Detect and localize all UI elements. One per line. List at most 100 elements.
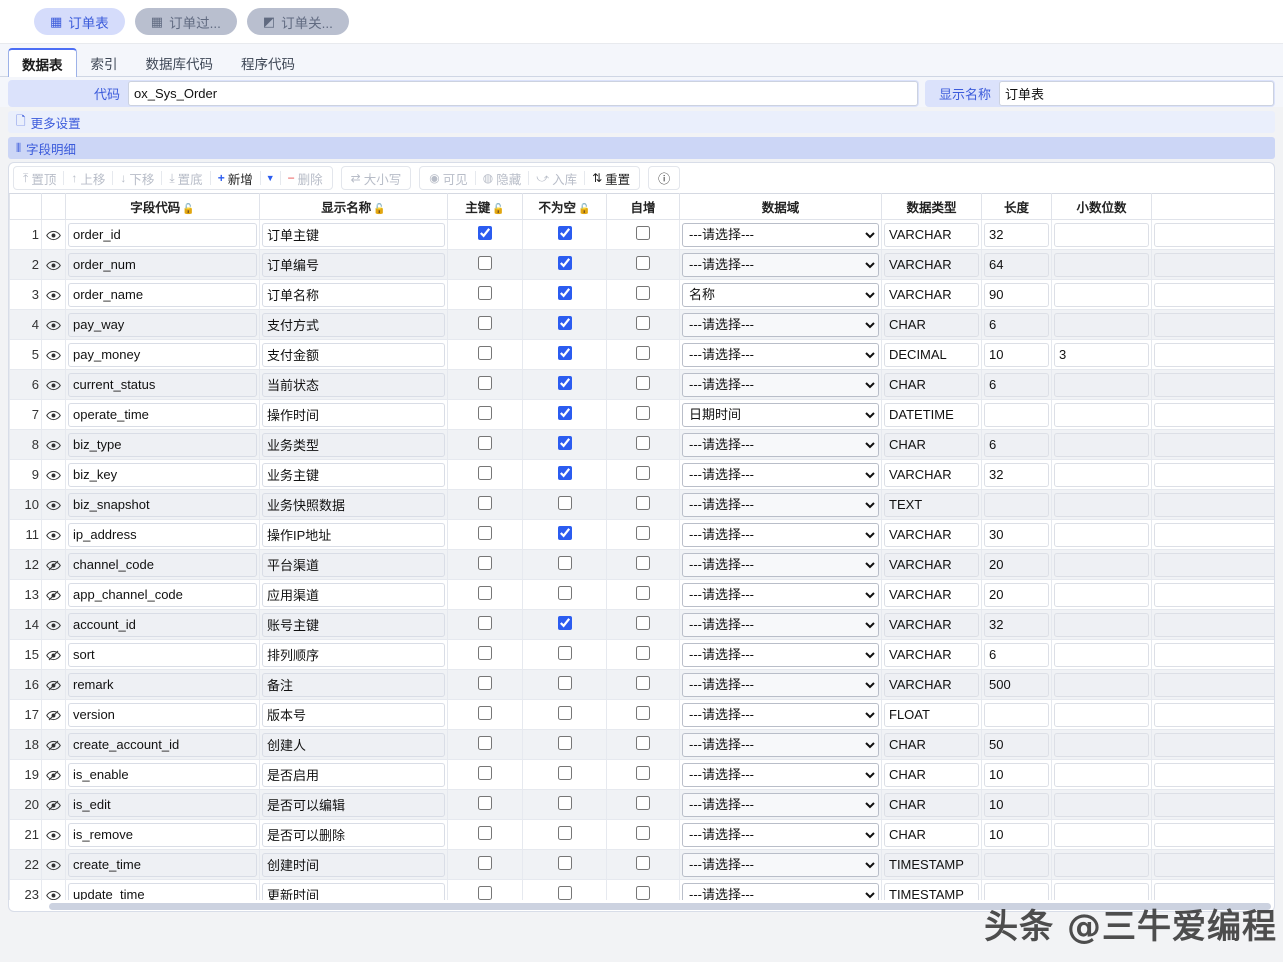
data-domain-select[interactable]: ---请选择--- [682, 672, 879, 697]
decimals-input[interactable] [1054, 222, 1149, 247]
table-row[interactable]: 5 ---请选择--- [9, 339, 1274, 370]
length-input[interactable] [984, 372, 1049, 397]
top-tab-order-relation[interactable]: ◩ 订单关... [246, 8, 349, 35]
not-null-checkbox[interactable] [557, 616, 572, 630]
field-code-input[interactable] [68, 762, 257, 787]
display-name-input[interactable] [262, 642, 445, 667]
eye-icon[interactable] [41, 339, 66, 370]
not-null-checkbox[interactable] [557, 316, 572, 330]
data-type-input[interactable] [884, 552, 979, 577]
auto-increment-checkbox[interactable] [636, 616, 650, 630]
length-input[interactable] [984, 552, 1049, 577]
display-name-input[interactable] [262, 732, 445, 757]
display-name-input[interactable] [262, 402, 445, 427]
extra-input[interactable] [1154, 282, 1274, 307]
extra-input[interactable] [1154, 852, 1274, 877]
table-row[interactable]: 15 ---请选择--- [9, 639, 1274, 670]
length-input[interactable] [984, 762, 1049, 787]
primary-key-checkbox[interactable] [478, 886, 492, 900]
extra-input[interactable] [1154, 342, 1274, 367]
move-to-bottom-button[interactable]: ⤓ 置底 [162, 167, 209, 189]
decimals-input[interactable] [1054, 762, 1149, 787]
import-button[interactable]: ⤻ 入库 [529, 167, 584, 189]
field-code-input[interactable] [68, 492, 257, 517]
field-code-input[interactable] [68, 402, 257, 427]
primary-key-checkbox[interactable] [478, 316, 492, 330]
auto-increment-checkbox[interactable] [636, 436, 650, 450]
field-code-input[interactable] [68, 462, 257, 487]
field-grid-scroll[interactable]: 字段代码 🔓 显示名称 🔓 主键 🔓 不为空 🔓 自增 数据域 数据类型 长度 小数位数… [9, 193, 1274, 900]
data-domain-select[interactable]: ---请选择--- [682, 732, 879, 757]
primary-key-checkbox[interactable] [478, 346, 492, 360]
data-domain-select[interactable]: ---请选择--- [682, 582, 879, 607]
field-code-input[interactable] [68, 612, 257, 637]
swap-case-button[interactable]: ⇄ 大小写 [344, 167, 409, 189]
decimals-input[interactable] [1054, 492, 1149, 517]
header-data-domain[interactable]: 数据域 [679, 193, 882, 220]
scrollbar-thumb[interactable] [49, 903, 1271, 910]
field-code-input[interactable] [68, 582, 257, 607]
data-type-input[interactable] [884, 222, 979, 247]
extra-input[interactable] [1154, 222, 1274, 247]
eye-icon[interactable] [41, 219, 66, 250]
not-null-checkbox[interactable] [557, 586, 572, 600]
extra-input[interactable] [1154, 402, 1274, 427]
extra-input[interactable] [1154, 882, 1274, 900]
eye-icon[interactable] [41, 819, 66, 850]
length-input[interactable] [984, 312, 1049, 337]
length-input[interactable] [984, 822, 1049, 847]
length-input[interactable] [984, 642, 1049, 667]
length-input[interactable] [984, 522, 1049, 547]
decimals-input[interactable] [1054, 732, 1149, 757]
table-row[interactable]: 12 ---请选择--- [9, 549, 1274, 580]
decimals-input[interactable] [1054, 432, 1149, 457]
primary-key-checkbox[interactable] [478, 616, 492, 630]
display-name-input[interactable] [262, 762, 445, 787]
eye-icon[interactable] [41, 429, 66, 460]
eye-icon[interactable] [41, 849, 66, 880]
field-code-input[interactable] [68, 672, 257, 697]
data-domain-select[interactable]: ---请选择--- [682, 252, 879, 277]
data-type-input[interactable] [884, 612, 979, 637]
display-name-input[interactable] [262, 612, 445, 637]
field-code-input[interactable] [68, 282, 257, 307]
field-code-input[interactable] [68, 852, 257, 877]
decimals-input[interactable] [1054, 402, 1149, 427]
not-null-checkbox[interactable] [557, 796, 572, 810]
data-domain-select[interactable]: ---请选择--- [682, 642, 879, 667]
decimals-input[interactable] [1054, 372, 1149, 397]
display-name-input[interactable] [262, 282, 445, 307]
table-row[interactable]: 19 ---请选择--- [9, 759, 1274, 790]
primary-key-checkbox[interactable] [478, 496, 492, 510]
extra-input[interactable] [1154, 612, 1274, 637]
top-tab-order-table[interactable]: ▦ 订单表 [34, 8, 125, 35]
table-row[interactable]: 11 ---请选择--- [9, 519, 1274, 550]
decimals-input[interactable] [1054, 462, 1149, 487]
decimals-input[interactable] [1054, 582, 1149, 607]
auto-increment-checkbox[interactable] [636, 856, 650, 870]
not-null-checkbox[interactable] [557, 226, 572, 240]
auto-increment-checkbox[interactable] [636, 346, 650, 360]
table-row[interactable]: 9 ---请选择--- [9, 459, 1274, 490]
decimals-input[interactable] [1054, 612, 1149, 637]
extra-input[interactable] [1154, 492, 1274, 517]
table-row[interactable]: 10 ---请选择--- [9, 489, 1274, 520]
extra-input[interactable] [1154, 312, 1274, 337]
not-null-checkbox[interactable] [557, 766, 572, 780]
decimals-input[interactable] [1054, 852, 1149, 877]
auto-increment-checkbox[interactable] [636, 316, 650, 330]
field-code-input[interactable] [68, 792, 257, 817]
display-name-input[interactable] [262, 672, 445, 697]
table-row[interactable]: 22 ---请选择--- [9, 849, 1274, 880]
move-up-button[interactable]: ↑ 上移 [64, 167, 112, 189]
decimals-input[interactable] [1054, 672, 1149, 697]
display-name-input[interactable] [262, 522, 445, 547]
not-null-checkbox[interactable] [557, 406, 572, 420]
extra-input[interactable] [1154, 432, 1274, 457]
eye-icon[interactable] [41, 489, 66, 520]
header-display-name[interactable]: 显示名称 🔓 [259, 193, 448, 220]
data-type-input[interactable] [884, 882, 979, 900]
data-domain-select[interactable]: ---请选择--- [682, 852, 879, 877]
extra-input[interactable] [1154, 762, 1274, 787]
data-type-input[interactable] [884, 282, 979, 307]
